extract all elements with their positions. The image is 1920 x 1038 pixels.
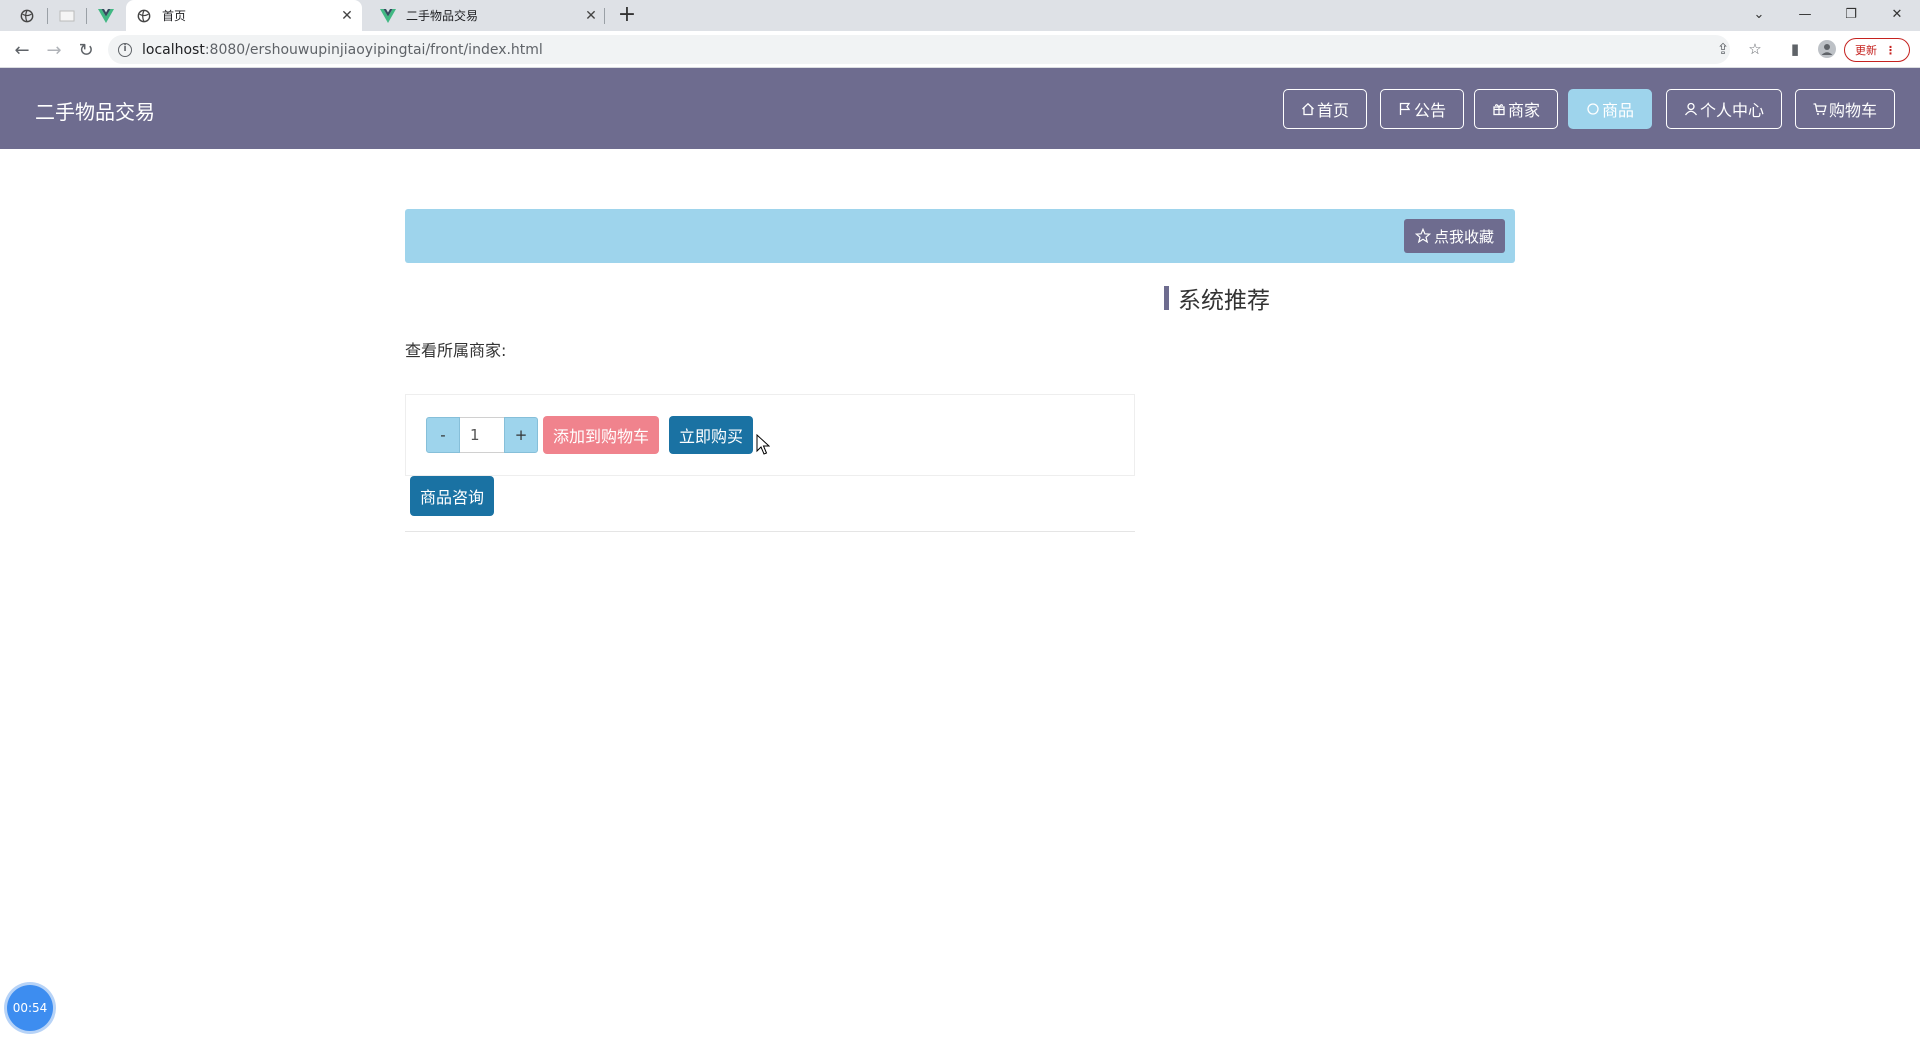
cart-icon [1813, 103, 1827, 115]
flag-icon [1399, 102, 1411, 115]
purchase-panel: - 1 + 添加到购物车 立即购买 [405, 394, 1135, 476]
back-arrow-icon[interactable]: ← [8, 36, 36, 64]
tab-home[interactable]: 首页 ✕ [126, 0, 362, 31]
forward-arrow-icon[interactable]: → [40, 36, 68, 64]
tab-search-icon[interactable]: ⌄ [1736, 0, 1782, 28]
nav-merchant[interactable]: 商家 [1474, 89, 1558, 129]
nav-merchant-label: 商家 [1507, 101, 1540, 120]
address-bar-row: ← → ↻ i localhost:8080/ershouwupinjiaoyi… [0, 31, 1920, 68]
nav-cart[interactable]: 购物车 [1795, 89, 1895, 129]
tab-separator [86, 8, 87, 24]
favorite-button[interactable]: 点我收藏 [1403, 219, 1505, 253]
globe-icon [20, 9, 34, 23]
more-menu-icon: ⋮ [1885, 43, 1896, 57]
close-icon[interactable]: ✕ [582, 7, 600, 25]
nav-personal-center-label: 个人中心 [1699, 101, 1764, 120]
side-panel-icon[interactable]: ▮ [1782, 36, 1808, 62]
buy-now-button[interactable]: 立即购买 [669, 416, 753, 454]
quantity-input[interactable]: 1 [460, 417, 504, 453]
recommend-heading: 系统推荐 [1164, 284, 1270, 314]
tab-separator [604, 8, 605, 24]
globe-icon [136, 8, 152, 24]
pinned-tab-globe[interactable] [12, 4, 42, 28]
favorite-label: 点我收藏 [1433, 227, 1494, 246]
pinned-tab-blank[interactable] [52, 4, 82, 28]
reload-icon[interactable]: ↻ [72, 36, 100, 64]
tab-second-hand[interactable]: 二手物品交易 ✕ [370, 0, 606, 31]
recommend-title: 系统推荐 [1178, 288, 1270, 314]
quantity-decrease-button[interactable]: - [426, 417, 460, 453]
timer-badge: 00:54 [7, 985, 53, 1031]
vue-icon [380, 8, 396, 24]
url-field[interactable]: i localhost:8080/ershouwupinjiaoyipingta… [108, 35, 1730, 64]
nav-home-label: 首页 [1316, 101, 1349, 120]
gift-icon [1493, 104, 1505, 116]
close-window-button[interactable]: ✕ [1874, 0, 1920, 28]
site-title: 二手物品交易 [35, 100, 155, 124]
profile-avatar-icon[interactable] [1814, 36, 1840, 62]
circle-icon [1587, 103, 1599, 115]
vue-icon [98, 9, 114, 23]
heading-accent-bar [1164, 286, 1169, 310]
star-icon [1414, 228, 1431, 244]
restore-button[interactable]: ❐ [1828, 0, 1874, 28]
pinned-tab-vue[interactable] [91, 4, 121, 28]
update-button[interactable]: 更新 ⋮ [1844, 38, 1910, 62]
nav-notice[interactable]: 公告 [1380, 89, 1464, 129]
site-info-icon[interactable]: i [118, 42, 132, 57]
tab-separator [47, 8, 48, 24]
section-divider [405, 531, 1135, 532]
quantity-increase-button[interactable]: + [504, 417, 538, 453]
nav-goods[interactable]: 商品 [1568, 89, 1652, 129]
url-text: localhost:8080/ershouwupinjiaoyipingtai/… [142, 41, 543, 58]
tab-title: 二手物品交易 [406, 9, 479, 23]
update-label: 更新 [1855, 44, 1877, 57]
nav-goods-label: 商品 [1601, 101, 1634, 120]
product-banner: 点我收藏 [405, 209, 1515, 263]
nav-cart-label: 购物车 [1828, 101, 1877, 120]
tab-title: 首页 [162, 9, 187, 23]
browser-tab-bar: 首页 ✕ 二手物品交易 ✕ + ⌄ — ❐ ✕ [0, 0, 1920, 31]
page-icon [59, 10, 75, 22]
minimize-button[interactable]: — [1782, 0, 1828, 28]
user-icon [1684, 102, 1698, 116]
mouse-cursor-icon [756, 434, 770, 455]
site-header: 二手物品交易 首页 公告 商家 商品 个人中心 购物车 [0, 68, 1920, 149]
close-icon[interactable]: ✕ [338, 7, 356, 25]
share-icon[interactable]: ⇪ [1710, 36, 1736, 62]
nav-home[interactable]: 首页 [1283, 89, 1367, 129]
product-consult-button[interactable]: 商品咨询 [410, 476, 494, 516]
merchant-link[interactable]: 查看所属商家: [405, 337, 506, 361]
nav-notice-label: 公告 [1413, 101, 1446, 120]
home-icon [1302, 102, 1314, 116]
bookmark-star-icon[interactable]: ☆ [1742, 36, 1768, 62]
new-tab-button[interactable]: + [614, 3, 640, 29]
nav-personal-center[interactable]: 个人中心 [1666, 89, 1782, 129]
add-to-cart-button[interactable]: 添加到购物车 [543, 416, 659, 454]
